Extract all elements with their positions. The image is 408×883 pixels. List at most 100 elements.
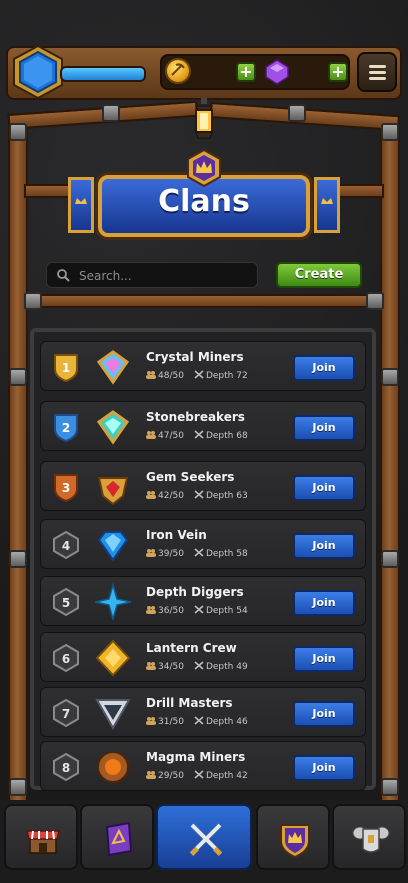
frame-beam-right — [380, 122, 400, 802]
clan-name: Iron Vein — [146, 528, 207, 542]
nav-clans-button[interactable] — [256, 804, 330, 870]
profile-hex-icon[interactable] — [10, 44, 66, 100]
clan-members: 36/50 — [158, 606, 184, 616]
bolt — [288, 104, 306, 122]
bolt — [366, 292, 384, 310]
menu-button[interactable] — [357, 52, 397, 92]
join-button[interactable]: Join — [293, 590, 355, 616]
crossed-pickaxes-icon — [194, 370, 204, 379]
clan-depth: Depth 63 — [205, 491, 248, 501]
purple-gem-icon — [265, 59, 289, 85]
clan-stats: 34/50 Depth 49 — [146, 661, 248, 672]
rank-number: 5 — [62, 596, 70, 610]
clan-row[interactable]: 6 Lantern Crew 34/50 Depth 49 Join — [40, 632, 366, 682]
search-icon — [57, 269, 70, 282]
clan-members: 42/50 — [158, 491, 184, 501]
clan-depth: Depth 42 — [205, 771, 248, 781]
join-button[interactable]: Join — [293, 415, 355, 441]
rank-number: 2 — [62, 421, 70, 435]
clan-depth: Depth 46 — [205, 717, 248, 727]
clan-emblem-icon — [96, 350, 130, 385]
nav-battle-button[interactable] — [156, 804, 252, 870]
xp-bar-fill — [62, 68, 144, 80]
spellbook-icon — [105, 821, 133, 857]
frame-beam-left — [8, 122, 28, 802]
page-title: Clans — [158, 184, 250, 219]
clan-depth: Depth 72 — [205, 371, 248, 381]
add-gems-button[interactable]: + — [328, 62, 348, 82]
bolt — [9, 550, 27, 568]
clan-name: Crystal Miners — [146, 350, 244, 364]
clan-depth: Depth 54 — [205, 606, 248, 616]
join-button[interactable]: Join — [293, 646, 355, 672]
rank-badge-icon: 2 — [54, 414, 78, 442]
clan-name: Gem Seekers — [146, 470, 235, 484]
nav-armor-button[interactable] — [332, 804, 406, 870]
members-icon — [146, 431, 156, 439]
members-icon — [146, 606, 156, 614]
clan-row[interactable]: 2 Stonebreakers 47/50 Depth 68 Join — [40, 401, 366, 451]
clan-row[interactable]: 8 Magma Miners 29/50 Depth 42 Join — [40, 741, 366, 791]
search-input[interactable] — [77, 265, 251, 287]
clan-emblem-icon — [97, 477, 129, 506]
clan-stats: 29/50 Depth 42 — [146, 770, 248, 781]
members-icon — [146, 549, 156, 557]
clan-stats: 36/50 Depth 54 — [146, 605, 248, 616]
rank-badge-icon: 5 — [53, 587, 79, 617]
search-box[interactable] — [46, 262, 258, 288]
members-icon — [146, 662, 156, 670]
create-clan-button[interactable]: Create — [276, 262, 362, 288]
clan-row[interactable]: 4 Iron Vein 39/50 Depth 58 Join — [40, 519, 366, 569]
nav-spellbook-button[interactable] — [80, 804, 154, 870]
crossed-pickaxes-icon — [194, 716, 204, 725]
clan-members: 48/50 — [158, 371, 184, 381]
rank-number: 7 — [62, 707, 70, 721]
nav-shop-button[interactable] — [4, 804, 78, 870]
crossed-pickaxes-icon — [194, 548, 204, 557]
join-button[interactable]: Join — [293, 533, 355, 559]
rank-number: 1 — [62, 361, 70, 375]
banner-flag-right — [314, 177, 340, 233]
add-coins-button[interactable]: + — [236, 62, 256, 82]
join-button[interactable]: Join — [293, 475, 355, 501]
clan-emblem-icon — [94, 583, 132, 621]
clan-depth: Depth 58 — [205, 549, 248, 559]
shop-icon — [26, 830, 60, 854]
clan-name: Lantern Crew — [146, 641, 237, 655]
crossed-pickaxes-icon — [194, 605, 204, 614]
crossed-pickaxes-icon — [194, 430, 204, 439]
bolt — [381, 550, 399, 568]
clan-row[interactable]: 3 Gem Seekers 42/50 Depth 63 Join — [40, 461, 366, 511]
members-icon — [146, 717, 156, 725]
clan-stats: 42/50 Depth 63 — [146, 490, 248, 501]
rank-badge-icon: 7 — [53, 698, 79, 728]
join-button[interactable]: Join — [293, 355, 355, 381]
clan-row[interactable]: 5 Depth Diggers 36/50 Depth 54 Join — [40, 576, 366, 626]
clan-members: 29/50 — [158, 771, 184, 781]
clan-members: 39/50 — [158, 549, 184, 559]
lantern-icon — [195, 98, 213, 139]
bolt — [381, 778, 399, 796]
crossed-pickaxes-icon — [194, 490, 204, 499]
clan-stats: 39/50 Depth 58 — [146, 548, 248, 559]
join-button[interactable]: Join — [293, 755, 355, 781]
join-button[interactable]: Join — [293, 701, 355, 727]
clan-depth: Depth 68 — [205, 431, 248, 441]
clan-row[interactable]: 1 Crystal Miners 48/50 Depth 72 Join — [40, 341, 366, 391]
clan-members: 31/50 — [158, 717, 184, 727]
clan-emblem-icon — [96, 410, 130, 445]
rank-badge-icon: 6 — [53, 643, 79, 673]
xp-bar — [60, 66, 146, 82]
rank-badge-icon: 8 — [53, 752, 79, 782]
armor-icon — [352, 826, 390, 853]
members-icon — [146, 371, 156, 379]
clan-members: 34/50 — [158, 662, 184, 672]
rank-number: 4 — [62, 539, 70, 553]
rank-number: 3 — [62, 481, 70, 495]
crossed-swords-icon — [189, 823, 223, 856]
clan-row[interactable]: 7 Drill Masters 31/50 Depth 46 Join — [40, 687, 366, 737]
bolt — [381, 123, 399, 141]
bolt — [24, 292, 42, 310]
banner-flag-left — [68, 177, 94, 233]
clan-name: Magma Miners — [146, 750, 246, 764]
